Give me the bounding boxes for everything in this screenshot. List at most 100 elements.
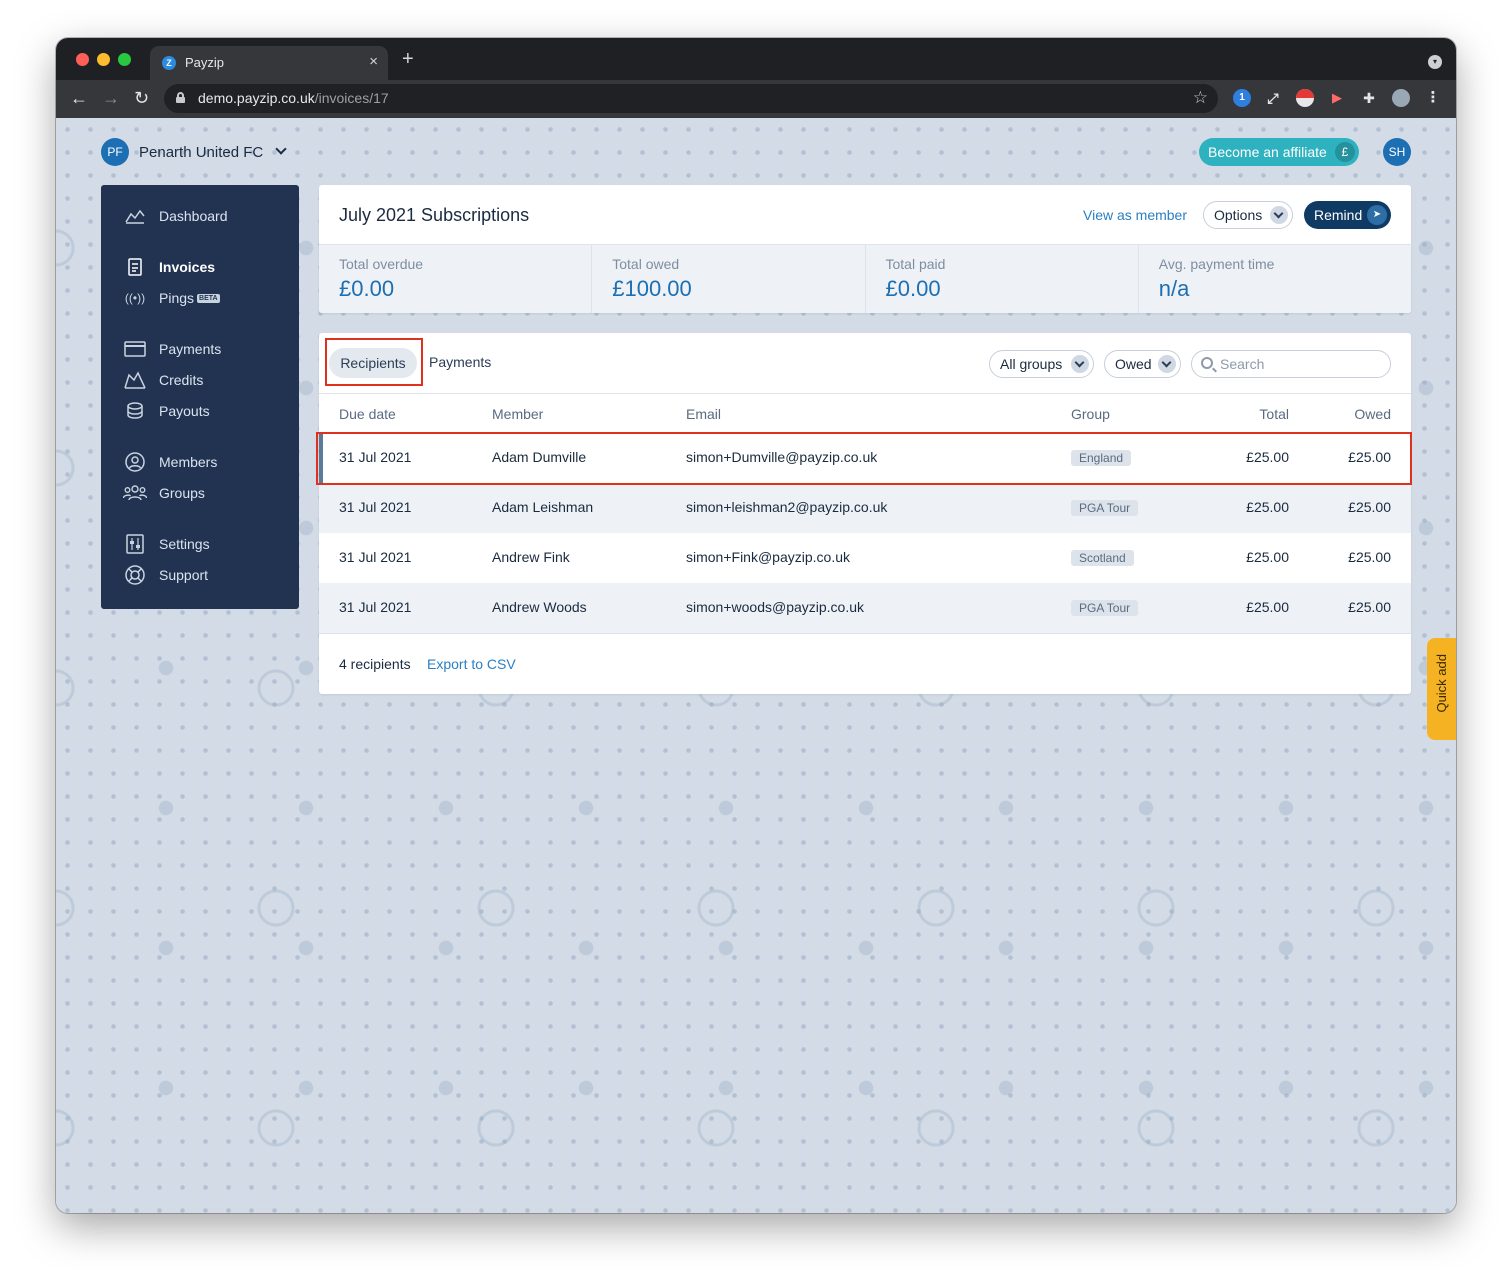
tab-search-icon[interactable]: ▾: [1428, 55, 1442, 69]
cell-due-date: 31 Jul 2021: [339, 599, 412, 615]
extensions-puzzle-icon[interactable]: ✚: [1360, 89, 1378, 107]
cell-email: simon+woods@payzip.co.uk: [686, 599, 865, 615]
cell-total: £25.00: [1246, 599, 1289, 615]
group-badge: PGA Tour: [1071, 500, 1139, 516]
browser-menu-icon[interactable]: ⋮: [1424, 89, 1442, 107]
app-page: PF Penarth United FC Become an affiliate…: [56, 118, 1456, 1213]
cell-member: Adam Leishman: [492, 499, 594, 515]
pound-icon: £: [1334, 142, 1355, 162]
highlight-recipients-tab: [325, 338, 423, 386]
sidebar-item-dashboard[interactable]: Dashboard: [123, 204, 228, 228]
cell-email: simon+leishman2@payzip.co.uk: [686, 499, 888, 515]
tab-title: Payzip: [185, 55, 225, 70]
sidebar-item-members[interactable]: Members: [123, 450, 217, 474]
cell-member: Andrew Woods: [492, 599, 587, 615]
table-header: Due date Member Email Group Total Owed: [319, 393, 1411, 433]
status-filter-dropdown[interactable]: Owed: [1104, 350, 1181, 378]
column-header-group[interactable]: Group: [1071, 406, 1110, 422]
group-filter-label: All groups: [1000, 356, 1063, 372]
invoice-icon: [123, 257, 147, 277]
column-header-total[interactable]: Total: [1259, 406, 1289, 422]
video-extension-icon[interactable]: ▶: [1328, 89, 1346, 107]
export-csv-link[interactable]: Export to CSV: [427, 656, 516, 672]
settings-icon: [123, 534, 147, 554]
column-header-owed[interactable]: Owed: [1354, 406, 1391, 422]
highlight-selected-row: [316, 432, 1412, 485]
cell-owed: £25.00: [1348, 549, 1391, 565]
status-filter-label: Owed: [1115, 356, 1152, 372]
tab-close-icon[interactable]: ×: [369, 53, 378, 70]
sidebar-item-groups[interactable]: Groups: [123, 481, 205, 505]
search-input[interactable]: [1220, 356, 1380, 372]
view-as-member-link[interactable]: View as member: [1083, 207, 1187, 223]
affiliate-label: Become an affiliate: [1208, 144, 1327, 160]
column-header-member[interactable]: Member: [492, 406, 543, 422]
quick-add-button[interactable]: Quick add: [1427, 638, 1456, 740]
table-row[interactable]: 31 Jul 2021 Adam Leishman simon+leishman…: [319, 483, 1411, 533]
remind-button[interactable]: Remind ➤: [1304, 201, 1391, 229]
org-avatar: PF: [101, 138, 129, 166]
new-tab-button[interactable]: +: [402, 49, 414, 69]
group-badge: PGA Tour: [1071, 600, 1139, 616]
sidebar-item-support[interactable]: Support: [123, 563, 208, 587]
zoom-window-button[interactable]: [118, 53, 131, 66]
sidebar-item-payments[interactable]: Payments: [123, 337, 221, 361]
options-dropdown[interactable]: Options: [1203, 201, 1293, 229]
org-switcher[interactable]: PF Penarth United FC: [101, 138, 287, 166]
address-bar[interactable]: demo.payzip.co.uk/invoices/17 ☆: [164, 84, 1218, 113]
bookmark-star-icon[interactable]: ☆: [1193, 88, 1208, 108]
quick-add-label: Quick add: [1434, 654, 1449, 713]
reload-icon[interactable]: ↻: [134, 88, 149, 108]
coins-icon: [123, 401, 147, 421]
stat-total-overdue: Total overdue £0.00: [319, 245, 593, 313]
beta-badge: BETA: [197, 293, 220, 303]
close-window-button[interactable]: [76, 53, 89, 66]
expand-icon[interactable]: ⤢: [1264, 89, 1282, 107]
pokeball-extension-icon[interactable]: [1296, 89, 1314, 107]
profile-avatar-icon[interactable]: [1392, 89, 1410, 107]
credits-icon: [123, 370, 147, 390]
stat-label: Total overdue: [339, 256, 424, 272]
minimize-window-button[interactable]: [97, 53, 110, 66]
invoice-header-card: July 2021 Subscriptions View as member O…: [319, 185, 1411, 313]
org-name: Penarth United FC: [139, 143, 264, 161]
table-row[interactable]: 31 Jul 2021 Andrew Fink simon+Fink@payzi…: [319, 533, 1411, 583]
forward-arrow-icon[interactable]: →: [102, 88, 120, 108]
group-badge: Scotland: [1071, 550, 1134, 566]
sidebar-item-invoices[interactable]: Invoices: [123, 255, 215, 279]
sidebar-item-label: Pings: [159, 290, 195, 306]
url-path: /invoices/17: [314, 90, 389, 106]
sidebar-item-label: Settings: [159, 536, 210, 552]
stat-label: Total owed: [612, 256, 680, 272]
invoice-stats: Total overdue £0.00 Total owed £100.00 T…: [319, 244, 1411, 313]
tab-payments[interactable]: Payments: [429, 354, 491, 370]
column-header-email[interactable]: Email: [686, 406, 721, 422]
stat-value: n/a: [1158, 276, 1190, 301]
password-manager-icon[interactable]: 1: [1233, 89, 1251, 107]
cell-total: £25.00: [1246, 549, 1289, 565]
sidebar-item-pings[interactable]: ((•)) Pings BETA: [123, 286, 220, 310]
stat-avg-payment-time: Avg. payment time n/a: [1139, 245, 1411, 313]
cell-email: simon+Fink@payzip.co.uk: [686, 549, 851, 565]
sidebar-item-label: Dashboard: [159, 208, 228, 224]
payzip-favicon-icon: Z: [162, 56, 176, 70]
stat-value: £0.00: [885, 276, 941, 301]
recipients-card: Recipients Payments All groups Owed Due …: [316, 333, 1412, 694]
table-row[interactable]: 31 Jul 2021 Andrew Woods simon+woods@pay…: [319, 583, 1411, 633]
column-header-due-date[interactable]: Due date: [339, 406, 396, 422]
cell-member: Andrew Fink: [492, 549, 570, 565]
back-arrow-icon[interactable]: ←: [70, 88, 88, 108]
sidebar-item-label: Invoices: [159, 259, 216, 275]
sidebar-item-payouts[interactable]: Payouts: [123, 399, 210, 423]
chevron-down-icon: [1270, 206, 1288, 224]
sidebar-item-credits[interactable]: Credits: [123, 368, 203, 392]
user-avatar[interactable]: SH: [1383, 138, 1411, 166]
browser-tab[interactable]: Z Payzip ×: [150, 46, 388, 80]
search-box: [1191, 350, 1391, 378]
cell-owed: £25.00: [1348, 599, 1391, 615]
sidebar-item-settings[interactable]: Settings: [123, 532, 210, 556]
cell-owed: £25.00: [1348, 499, 1391, 515]
groups-icon: [123, 483, 147, 503]
become-affiliate-button[interactable]: Become an affiliate £: [1199, 138, 1359, 166]
group-filter-dropdown[interactable]: All groups: [989, 350, 1094, 378]
